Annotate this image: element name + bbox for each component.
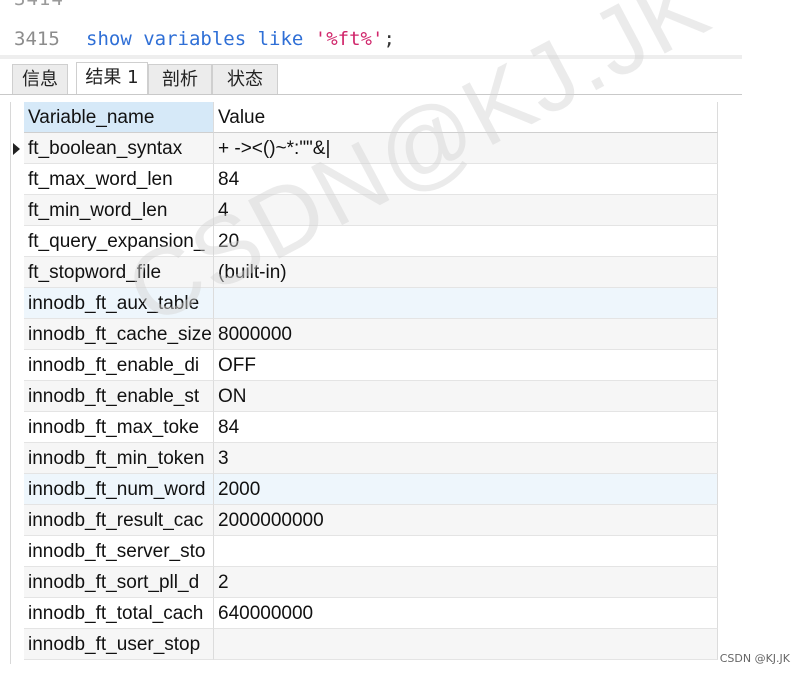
row-selector[interactable] xyxy=(10,257,24,288)
cell-value[interactable]: 84 xyxy=(214,412,718,443)
sql-semicolon: ; xyxy=(383,28,395,50)
row-selector[interactable] xyxy=(10,381,24,412)
table-row[interactable]: ft_stopword_file (built-in) xyxy=(10,257,718,288)
cell-value[interactable]: 84 xyxy=(214,164,718,195)
row-selector[interactable] xyxy=(10,474,24,505)
row-selector[interactable] xyxy=(10,629,24,660)
cell-variable-name[interactable]: innodb_ft_min_token xyxy=(24,443,214,474)
grid-header-row: Variable_name Value xyxy=(10,102,718,133)
current-row-arrow-icon xyxy=(13,143,20,155)
table-row[interactable]: innodb_ft_min_token 3 xyxy=(10,443,718,474)
table-row[interactable]: innodb_ft_num_word 2000 xyxy=(10,474,718,505)
cell-value[interactable]: 4 xyxy=(214,195,718,226)
table-row[interactable]: innodb_ft_aux_table xyxy=(10,288,718,319)
cell-value[interactable]: 20 xyxy=(214,226,718,257)
cell-value[interactable]: OFF xyxy=(214,350,718,381)
cell-variable-name[interactable]: innodb_ft_cache_size xyxy=(24,319,214,350)
table-row[interactable]: ft_max_word_len 84 xyxy=(10,164,718,195)
cell-variable-name[interactable]: ft_boolean_syntax xyxy=(24,133,214,164)
table-row[interactable]: innodb_ft_user_stop xyxy=(10,629,718,660)
row-selector[interactable] xyxy=(10,226,24,257)
cell-variable-name[interactable]: innodb_ft_max_toke xyxy=(24,412,214,443)
table-row[interactable]: innodb_ft_total_cach 640000000 xyxy=(10,598,718,629)
cell-variable-name[interactable]: ft_query_expansion_ xyxy=(24,226,214,257)
cell-value[interactable]: ON xyxy=(214,381,718,412)
table-row[interactable]: innodb_ft_enable_st ON xyxy=(10,381,718,412)
row-selector[interactable] xyxy=(10,598,24,629)
table-row[interactable]: innodb_ft_sort_pll_d 2 xyxy=(10,567,718,598)
table-row[interactable]: innodb_ft_result_cac 2000000000 xyxy=(10,505,718,536)
table-row[interactable]: ft_min_word_len 4 xyxy=(10,195,718,226)
cell-value[interactable] xyxy=(214,536,718,567)
row-selector[interactable] xyxy=(10,350,24,381)
cell-variable-name[interactable]: innodb_ft_sort_pll_d xyxy=(24,567,214,598)
sql-editor[interactable]: 3414 3415 show variables like '%ft%'; xyxy=(0,0,742,56)
cell-value[interactable]: (built-in) xyxy=(214,257,718,288)
result-tabbar: 信息 结果 1 剖析 状态 xyxy=(0,60,742,95)
line-number-prev: 3414 xyxy=(14,0,64,10)
row-selector[interactable] xyxy=(10,567,24,598)
table-row[interactable]: innodb_ft_cache_size 8000000 xyxy=(10,319,718,350)
cell-variable-name[interactable]: innodb_ft_total_cach xyxy=(24,598,214,629)
cell-value[interactable] xyxy=(214,288,718,319)
cell-value[interactable]: + -><()~*:""&| xyxy=(214,133,718,164)
row-selector[interactable] xyxy=(10,164,24,195)
cell-variable-name[interactable]: innodb_ft_enable_di xyxy=(24,350,214,381)
cell-variable-name[interactable]: innodb_ft_result_cac xyxy=(24,505,214,536)
row-selector[interactable] xyxy=(10,412,24,443)
cell-variable-name[interactable]: ft_max_word_len xyxy=(24,164,214,195)
sql-code-line[interactable]: show variables like '%ft%'; xyxy=(86,28,395,50)
row-selector[interactable] xyxy=(10,195,24,226)
sql-string-literal: '%ft%' xyxy=(314,28,384,50)
editor-divider[interactable] xyxy=(0,55,742,59)
line-number: 3415 xyxy=(14,28,60,50)
cell-value[interactable]: 2000000000 xyxy=(214,505,718,536)
row-selector[interactable] xyxy=(10,319,24,350)
tab-status[interactable]: 状态 xyxy=(212,64,278,94)
table-row[interactable]: innodb_ft_max_toke 84 xyxy=(10,412,718,443)
row-selector[interactable] xyxy=(10,288,24,319)
row-selector[interactable] xyxy=(10,133,24,164)
tab-info[interactable]: 信息 xyxy=(12,64,68,94)
cell-value[interactable]: 3 xyxy=(214,443,718,474)
cell-variable-name[interactable]: innodb_ft_aux_table xyxy=(24,288,214,319)
column-header-value[interactable]: Value xyxy=(214,102,718,133)
table-row[interactable]: ft_query_expansion_ 20 xyxy=(10,226,718,257)
cell-value[interactable] xyxy=(214,629,718,660)
result-grid[interactable]: Variable_name Value ft_boolean_syntax + -… xyxy=(10,102,718,664)
cell-value[interactable]: 2000 xyxy=(214,474,718,505)
cell-variable-name[interactable]: innodb_ft_user_stop xyxy=(24,629,214,660)
row-selector[interactable] xyxy=(10,443,24,474)
cell-variable-name[interactable]: innodb_ft_enable_st xyxy=(24,381,214,412)
cell-value[interactable]: 2 xyxy=(214,567,718,598)
cell-variable-name[interactable]: innodb_ft_num_word xyxy=(24,474,214,505)
credit-text: CSDN @KJ.JK xyxy=(719,652,790,665)
sql-keywords: show variables like xyxy=(86,28,304,50)
cell-variable-name[interactable]: innodb_ft_server_sto xyxy=(24,536,214,567)
cell-value[interactable]: 8000000 xyxy=(214,319,718,350)
cell-variable-name[interactable]: ft_min_word_len xyxy=(24,195,214,226)
row-selector[interactable] xyxy=(10,505,24,536)
tab-profile[interactable]: 剖析 xyxy=(148,64,212,94)
table-row[interactable]: ft_boolean_syntax + -><()~*:""&| xyxy=(10,133,718,164)
table-row[interactable]: innodb_ft_server_sto xyxy=(10,536,718,567)
table-row[interactable]: innodb_ft_enable_di OFF xyxy=(10,350,718,381)
row-selector[interactable] xyxy=(10,536,24,567)
tab-result-1[interactable]: 结果 1 xyxy=(76,62,148,94)
column-header-variable-name[interactable]: Variable_name xyxy=(24,102,214,133)
cell-value[interactable]: 640000000 xyxy=(214,598,718,629)
cell-variable-name[interactable]: ft_stopword_file xyxy=(24,257,214,288)
